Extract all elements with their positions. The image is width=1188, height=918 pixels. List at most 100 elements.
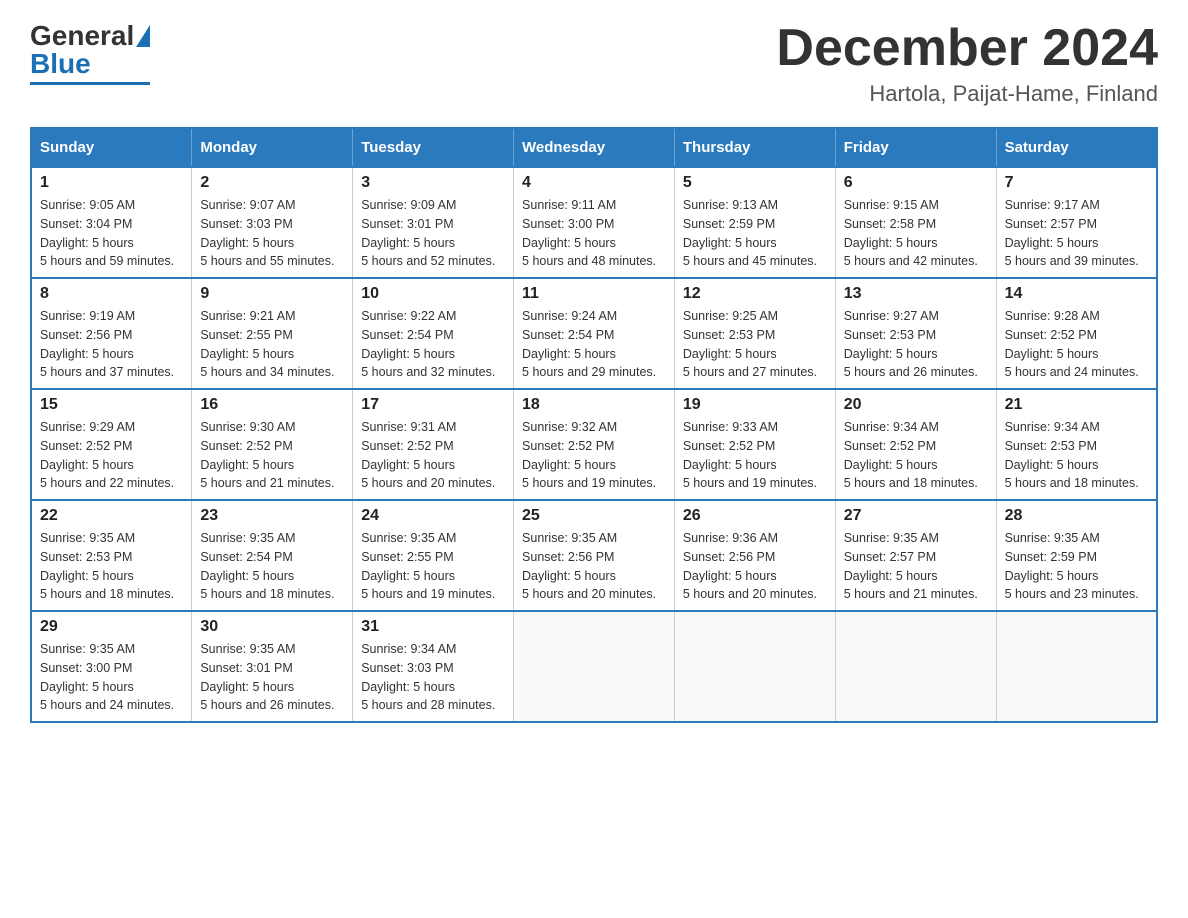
calendar-week-row: 29 Sunrise: 9:35 AMSunset: 3:00 PMDaylig… bbox=[31, 611, 1157, 722]
day-info: Sunrise: 9:28 AMSunset: 2:52 PMDaylight:… bbox=[1005, 309, 1139, 379]
calendar-week-row: 1 Sunrise: 9:05 AMSunset: 3:04 PMDayligh… bbox=[31, 167, 1157, 278]
day-number: 20 bbox=[844, 396, 988, 414]
calendar-day-cell: 4 Sunrise: 9:11 AMSunset: 3:00 PMDayligh… bbox=[514, 167, 675, 278]
logo: General Blue bbox=[30, 20, 150, 85]
calendar-day-cell: 30 Sunrise: 9:35 AMSunset: 3:01 PMDaylig… bbox=[192, 611, 353, 722]
calendar-day-cell: 10 Sunrise: 9:22 AMSunset: 2:54 PMDaylig… bbox=[353, 278, 514, 389]
day-info: Sunrise: 9:24 AMSunset: 2:54 PMDaylight:… bbox=[522, 309, 656, 379]
day-number: 15 bbox=[40, 396, 183, 414]
calendar-day-cell bbox=[674, 611, 835, 722]
calendar-day-cell: 16 Sunrise: 9:30 AMSunset: 2:52 PMDaylig… bbox=[192, 389, 353, 500]
calendar-day-cell bbox=[835, 611, 996, 722]
calendar-week-row: 15 Sunrise: 9:29 AMSunset: 2:52 PMDaylig… bbox=[31, 389, 1157, 500]
calendar-day-cell: 23 Sunrise: 9:35 AMSunset: 2:54 PMDaylig… bbox=[192, 500, 353, 611]
calendar-week-row: 22 Sunrise: 9:35 AMSunset: 2:53 PMDaylig… bbox=[31, 500, 1157, 611]
calendar-day-cell: 20 Sunrise: 9:34 AMSunset: 2:52 PMDaylig… bbox=[835, 389, 996, 500]
page-header: General Blue December 2024 Hartola, Paij… bbox=[30, 20, 1158, 107]
calendar-day-cell: 9 Sunrise: 9:21 AMSunset: 2:55 PMDayligh… bbox=[192, 278, 353, 389]
day-number: 13 bbox=[844, 285, 988, 303]
day-info: Sunrise: 9:36 AMSunset: 2:56 PMDaylight:… bbox=[683, 531, 817, 601]
col-sunday: Sunday bbox=[31, 128, 192, 167]
day-number: 29 bbox=[40, 618, 183, 636]
calendar-day-cell: 13 Sunrise: 9:27 AMSunset: 2:53 PMDaylig… bbox=[835, 278, 996, 389]
calendar-week-row: 8 Sunrise: 9:19 AMSunset: 2:56 PMDayligh… bbox=[31, 278, 1157, 389]
calendar-day-cell: 21 Sunrise: 9:34 AMSunset: 2:53 PMDaylig… bbox=[996, 389, 1157, 500]
calendar-day-cell: 14 Sunrise: 9:28 AMSunset: 2:52 PMDaylig… bbox=[996, 278, 1157, 389]
calendar-day-cell: 11 Sunrise: 9:24 AMSunset: 2:54 PMDaylig… bbox=[514, 278, 675, 389]
calendar-day-cell: 15 Sunrise: 9:29 AMSunset: 2:52 PMDaylig… bbox=[31, 389, 192, 500]
logo-blue: Blue bbox=[30, 48, 91, 79]
calendar-day-cell: 29 Sunrise: 9:35 AMSunset: 3:00 PMDaylig… bbox=[31, 611, 192, 722]
col-tuesday: Tuesday bbox=[353, 128, 514, 167]
day-number: 10 bbox=[361, 285, 505, 303]
day-info: Sunrise: 9:31 AMSunset: 2:52 PMDaylight:… bbox=[361, 420, 495, 490]
calendar-day-cell: 6 Sunrise: 9:15 AMSunset: 2:58 PMDayligh… bbox=[835, 167, 996, 278]
day-info: Sunrise: 9:34 AMSunset: 3:03 PMDaylight:… bbox=[361, 642, 495, 712]
calendar-day-cell: 24 Sunrise: 9:35 AMSunset: 2:55 PMDaylig… bbox=[353, 500, 514, 611]
day-info: Sunrise: 9:05 AMSunset: 3:04 PMDaylight:… bbox=[40, 198, 174, 268]
day-info: Sunrise: 9:35 AMSunset: 2:59 PMDaylight:… bbox=[1005, 531, 1139, 601]
calendar-day-cell: 26 Sunrise: 9:36 AMSunset: 2:56 PMDaylig… bbox=[674, 500, 835, 611]
day-info: Sunrise: 9:07 AMSunset: 3:03 PMDaylight:… bbox=[200, 198, 334, 268]
day-info: Sunrise: 9:29 AMSunset: 2:52 PMDaylight:… bbox=[40, 420, 174, 490]
day-info: Sunrise: 9:21 AMSunset: 2:55 PMDaylight:… bbox=[200, 309, 334, 379]
calendar-day-cell: 7 Sunrise: 9:17 AMSunset: 2:57 PMDayligh… bbox=[996, 167, 1157, 278]
day-number: 6 bbox=[844, 174, 988, 192]
day-info: Sunrise: 9:35 AMSunset: 3:01 PMDaylight:… bbox=[200, 642, 334, 712]
day-number: 11 bbox=[522, 285, 666, 303]
calendar-day-cell bbox=[996, 611, 1157, 722]
day-info: Sunrise: 9:13 AMSunset: 2:59 PMDaylight:… bbox=[683, 198, 817, 268]
calendar-day-cell: 3 Sunrise: 9:09 AMSunset: 3:01 PMDayligh… bbox=[353, 167, 514, 278]
day-number: 27 bbox=[844, 507, 988, 525]
day-info: Sunrise: 9:35 AMSunset: 2:55 PMDaylight:… bbox=[361, 531, 495, 601]
calendar-day-cell: 5 Sunrise: 9:13 AMSunset: 2:59 PMDayligh… bbox=[674, 167, 835, 278]
calendar-day-cell: 1 Sunrise: 9:05 AMSunset: 3:04 PMDayligh… bbox=[31, 167, 192, 278]
calendar-day-cell: 8 Sunrise: 9:19 AMSunset: 2:56 PMDayligh… bbox=[31, 278, 192, 389]
day-number: 5 bbox=[683, 174, 827, 192]
calendar-day-cell: 22 Sunrise: 9:35 AMSunset: 2:53 PMDaylig… bbox=[31, 500, 192, 611]
day-number: 19 bbox=[683, 396, 827, 414]
calendar-table: Sunday Monday Tuesday Wednesday Thursday… bbox=[30, 127, 1158, 723]
day-info: Sunrise: 9:35 AMSunset: 2:53 PMDaylight:… bbox=[40, 531, 174, 601]
day-number: 14 bbox=[1005, 285, 1148, 303]
day-info: Sunrise: 9:09 AMSunset: 3:01 PMDaylight:… bbox=[361, 198, 495, 268]
day-number: 8 bbox=[40, 285, 183, 303]
day-number: 25 bbox=[522, 507, 666, 525]
day-info: Sunrise: 9:34 AMSunset: 2:53 PMDaylight:… bbox=[1005, 420, 1139, 490]
day-number: 12 bbox=[683, 285, 827, 303]
day-number: 23 bbox=[200, 507, 344, 525]
day-info: Sunrise: 9:33 AMSunset: 2:52 PMDaylight:… bbox=[683, 420, 817, 490]
calendar-day-cell: 2 Sunrise: 9:07 AMSunset: 3:03 PMDayligh… bbox=[192, 167, 353, 278]
day-number: 4 bbox=[522, 174, 666, 192]
title-area: December 2024 Hartola, Paijat-Hame, Finl… bbox=[776, 20, 1158, 107]
calendar-day-cell: 25 Sunrise: 9:35 AMSunset: 2:56 PMDaylig… bbox=[514, 500, 675, 611]
location-subtitle: Hartola, Paijat-Hame, Finland bbox=[776, 81, 1158, 107]
day-info: Sunrise: 9:35 AMSunset: 3:00 PMDaylight:… bbox=[40, 642, 174, 712]
calendar-day-cell: 19 Sunrise: 9:33 AMSunset: 2:52 PMDaylig… bbox=[674, 389, 835, 500]
day-number: 1 bbox=[40, 174, 183, 192]
calendar-day-cell: 31 Sunrise: 9:34 AMSunset: 3:03 PMDaylig… bbox=[353, 611, 514, 722]
col-wednesday: Wednesday bbox=[514, 128, 675, 167]
day-number: 26 bbox=[683, 507, 827, 525]
day-number: 21 bbox=[1005, 396, 1148, 414]
col-friday: Friday bbox=[835, 128, 996, 167]
day-number: 28 bbox=[1005, 507, 1148, 525]
day-number: 30 bbox=[200, 618, 344, 636]
logo-triangle-icon bbox=[136, 25, 150, 47]
day-info: Sunrise: 9:30 AMSunset: 2:52 PMDaylight:… bbox=[200, 420, 334, 490]
day-number: 9 bbox=[200, 285, 344, 303]
day-info: Sunrise: 9:11 AMSunset: 3:00 PMDaylight:… bbox=[522, 198, 656, 268]
day-info: Sunrise: 9:35 AMSunset: 2:56 PMDaylight:… bbox=[522, 531, 656, 601]
calendar-day-cell bbox=[514, 611, 675, 722]
day-number: 16 bbox=[200, 396, 344, 414]
col-thursday: Thursday bbox=[674, 128, 835, 167]
calendar-day-cell: 28 Sunrise: 9:35 AMSunset: 2:59 PMDaylig… bbox=[996, 500, 1157, 611]
day-info: Sunrise: 9:35 AMSunset: 2:57 PMDaylight:… bbox=[844, 531, 978, 601]
day-number: 3 bbox=[361, 174, 505, 192]
month-title: December 2024 bbox=[776, 20, 1158, 77]
day-info: Sunrise: 9:19 AMSunset: 2:56 PMDaylight:… bbox=[40, 309, 174, 379]
day-info: Sunrise: 9:35 AMSunset: 2:54 PMDaylight:… bbox=[200, 531, 334, 601]
day-number: 22 bbox=[40, 507, 183, 525]
col-saturday: Saturday bbox=[996, 128, 1157, 167]
col-monday: Monday bbox=[192, 128, 353, 167]
